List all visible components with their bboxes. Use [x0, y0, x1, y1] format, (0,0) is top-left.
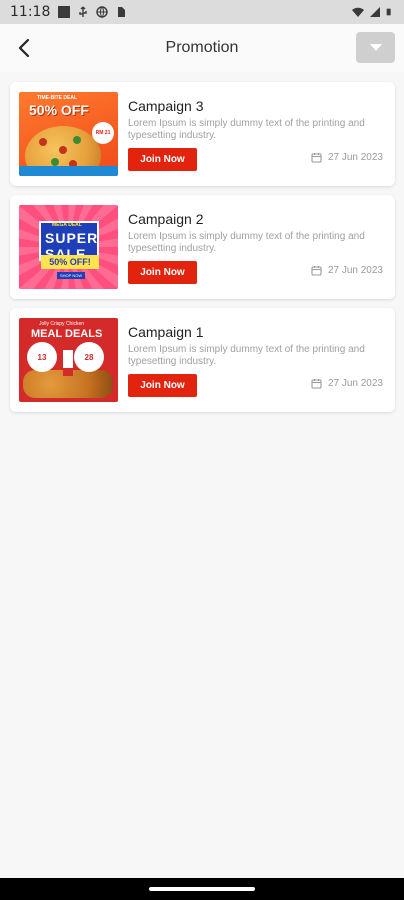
campaign-card[interactable]: TIME-BITE DEAL 50% OFF RM 21 Campaign 3 …	[10, 82, 395, 186]
thumbnail-headline: 50% OFF	[29, 102, 89, 118]
join-now-button[interactable]: Join Now	[128, 261, 197, 284]
campaign-description: Lorem Ipsum is simply dummy text of the …	[128, 118, 365, 141]
sim-card-icon	[118, 7, 126, 17]
usb-icon	[79, 6, 88, 17]
chevron-down-icon	[369, 44, 382, 51]
join-now-button[interactable]: Join Now	[128, 374, 197, 397]
campaign-title: Campaign 3	[128, 98, 204, 114]
globe-icon	[96, 6, 109, 18]
arrow-left-icon	[18, 38, 30, 58]
drink-cup-image	[63, 350, 73, 376]
thumbnail-kicker: Jolly Crispy Chicken	[39, 321, 85, 327]
thumbnail-headline: MEAL DEALS	[31, 328, 103, 340]
thumbnail-tag: TIME-BITE DEAL	[37, 95, 77, 101]
campaign-thumbnail: Jolly Crispy Chicken MEAL DEALS 13 28	[19, 318, 118, 402]
status-time: 11:18	[10, 4, 51, 20]
campaign-date-text: 27 Jun 2023	[327, 152, 383, 163]
campaign-title: Campaign 2	[128, 211, 204, 227]
price-badge: RM 21	[92, 122, 114, 144]
page-title: Promotion	[165, 39, 239, 56]
campaign-date: 27 Jun 2023	[311, 152, 383, 163]
campaign-card[interactable]: Jolly Crispy Chicken MEAL DEALS 13 28 Ca…	[10, 308, 395, 412]
system-navigation-bar	[0, 878, 404, 900]
campaign-date-text: 27 Jun 2023	[327, 378, 383, 389]
campaign-thumbnail: TIME-BITE DEAL 50% OFF RM 21	[19, 92, 118, 176]
calendar-icon	[311, 153, 322, 163]
thumbnail-stripe	[19, 166, 118, 176]
campaign-description: Lorem Ipsum is simply dummy text of the …	[128, 231, 365, 254]
campaign-thumbnail: MEGA DEAL SUPER SALE 50% OFF! SHOP NOW	[19, 205, 118, 289]
app-bar: Promotion	[0, 24, 404, 72]
campaign-date: 27 Jun 2023	[311, 265, 383, 276]
campaign-description: Lorem Ipsum is simply dummy text of the …	[128, 344, 365, 367]
signal-icon	[370, 7, 380, 17]
back-button[interactable]	[12, 36, 36, 60]
thumbnail-kicker: MEGA DEAL	[52, 222, 82, 228]
price-circle: 28	[74, 342, 104, 372]
calendar-icon	[311, 266, 322, 276]
campaign-date: 27 Jun 2023	[311, 378, 383, 389]
thumbnail-offer: 50% OFF!	[41, 255, 99, 269]
status-bar: 11:18	[0, 0, 404, 24]
status-icons-right	[352, 6, 394, 18]
wifi-icon	[352, 7, 364, 17]
status-icons-left	[58, 6, 127, 18]
notification-icon	[58, 6, 71, 18]
home-handle[interactable]	[149, 887, 255, 891]
calendar-icon	[311, 379, 322, 389]
price-circle: 13	[27, 342, 57, 372]
campaign-title: Campaign 1	[128, 324, 204, 340]
battery-icon	[386, 8, 391, 16]
campaign-list: TIME-BITE DEAL 50% OFF RM 21 Campaign 3 …	[10, 82, 395, 421]
filter-dropdown-button[interactable]	[356, 32, 395, 63]
join-now-button[interactable]: Join Now	[128, 148, 197, 171]
campaign-card[interactable]: MEGA DEAL SUPER SALE 50% OFF! SHOP NOW C…	[10, 195, 395, 299]
thumbnail-cta: SHOP NOW	[57, 272, 86, 279]
campaign-date-text: 27 Jun 2023	[327, 265, 383, 276]
